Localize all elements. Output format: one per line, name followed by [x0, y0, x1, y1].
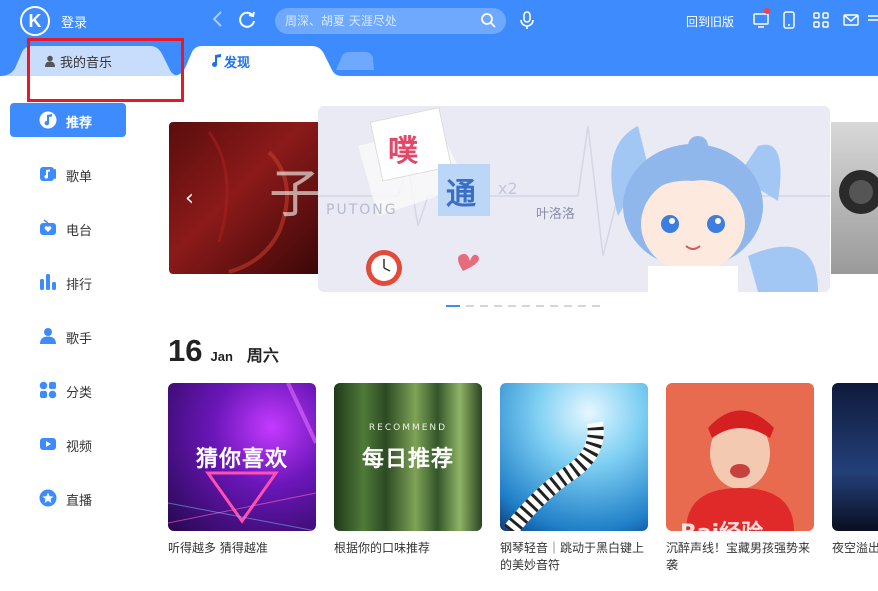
card-subtitle: RECOMMEND: [368, 423, 448, 433]
headphone-art: [839, 170, 878, 214]
carousel-dot[interactable]: [536, 305, 544, 307]
carousel-dot[interactable]: [522, 305, 530, 307]
banner-putong: PUTONG: [326, 202, 398, 218]
card-caption[interactable]: 钢琴轻音｜跳动于黑白键上的美妙音符: [500, 540, 648, 574]
sidebar-item-category[interactable]: 分类: [10, 373, 126, 407]
live-icon: [39, 489, 57, 507]
sidebar-item-radio[interactable]: 电台: [10, 211, 126, 245]
voice-search-icon[interactable]: [518, 10, 536, 30]
highlight-box: [27, 38, 184, 102]
sidebar-item-label: 推荐: [66, 116, 93, 131]
playlist-card[interactable]: 猜你喜欢 听得越多 猜得越准: [168, 383, 316, 557]
sidebar-item-playlist[interactable]: 歌单: [10, 157, 126, 191]
sidebar-item-label: 歌单: [66, 170, 93, 185]
card-caption[interactable]: 根据你的口味推荐: [334, 540, 482, 557]
card-overlay-title: 每日推荐: [361, 447, 454, 472]
playlist-icon: [40, 167, 56, 181]
search-icon[interactable]: [480, 12, 496, 28]
date-heading: 16 Jan 周六: [168, 333, 279, 369]
carousel-dot[interactable]: [466, 305, 474, 307]
sidebar-item-singer[interactable]: 歌手: [10, 319, 126, 353]
carousel-dot[interactable]: [550, 305, 558, 307]
carousel-dot[interactable]: [592, 305, 600, 307]
video-icon: [40, 438, 56, 450]
radio-icon: [40, 219, 56, 235]
phone-icon[interactable]: [780, 11, 798, 29]
date-day: 16: [168, 333, 203, 368]
tab-discover[interactable]: [172, 46, 342, 76]
sidebar-item-label: 歌手: [66, 332, 93, 347]
watermark-logo: Bai经验: [680, 521, 764, 546]
carousel-dot[interactable]: [480, 305, 488, 307]
tab-more[interactable]: [336, 52, 374, 70]
card-caption[interactable]: 夜空溢出 我点缀: [832, 540, 878, 557]
refresh-icon[interactable]: [236, 8, 258, 30]
back-arrow-icon[interactable]: [208, 8, 228, 30]
search-box[interactable]: [275, 8, 506, 34]
sidebar-item-ranking[interactable]: 排行: [10, 265, 126, 299]
banner-char: 通: [446, 177, 476, 212]
notification-dot: [764, 8, 770, 14]
carousel-dot[interactable]: [494, 305, 502, 307]
banner-slide-next[interactable]: [831, 122, 878, 274]
music-note-icon: [39, 111, 57, 129]
playlist-card[interactable]: RECOMMEND 每日推荐 根据你的口味推荐: [334, 383, 482, 557]
tab-discover-label: 发现: [224, 56, 251, 71]
svg-text:噗: 噗: [388, 134, 419, 169]
menu-icon[interactable]: [866, 11, 878, 29]
carousel-dot[interactable]: [564, 305, 572, 307]
apps-grid-icon[interactable]: [812, 11, 830, 29]
sidebar-item-recommend[interactable]: 推荐: [10, 103, 126, 137]
chevron-left-icon[interactable]: ‹: [185, 186, 194, 211]
sidebar-item-live[interactable]: 直播: [10, 481, 126, 515]
back-to-old-version-link[interactable]: 回到旧版: [686, 13, 734, 30]
sidebar-item-label: 视频: [66, 440, 93, 455]
piano-keys-art: [503, 421, 604, 531]
banner-art: 噗 通 x2 PUTONG 叶洛洛: [318, 106, 830, 292]
card-cover: 猜你喜欢: [168, 383, 316, 531]
card-cover: [666, 383, 814, 531]
card-cover: [832, 383, 878, 531]
carousel-dot[interactable]: [578, 305, 586, 307]
chart-icon: [40, 274, 56, 290]
sidebar-item-label: 直播: [66, 494, 93, 509]
carousel-dot[interactable]: [446, 305, 460, 307]
sidebar-item-video[interactable]: 视频: [10, 427, 126, 461]
sidebar-item-label: 电台: [66, 224, 93, 239]
carousel-indicators: [446, 305, 600, 307]
category-icon: [39, 381, 57, 399]
banner-x2: x2: [498, 179, 518, 198]
card-overlay-title: 猜你喜欢: [195, 447, 288, 472]
banner-carousel[interactable]: 噗 通 x2 PUTONG 叶洛洛: [318, 106, 830, 292]
playlist-card[interactable]: 夜空溢出 我点缀: [832, 383, 878, 557]
sidebar-item-label: 排行: [66, 278, 93, 293]
card-cover: [500, 383, 648, 531]
music-note-icon: [212, 54, 221, 67]
singer-photo-art: [686, 410, 794, 531]
sidebar-item-label: 分类: [66, 386, 93, 401]
search-input[interactable]: [285, 12, 475, 30]
date-weekday: 周六: [246, 346, 279, 365]
carousel-dot[interactable]: [508, 305, 516, 307]
singer-icon: [40, 328, 56, 344]
date-month: Jan: [210, 349, 233, 364]
app-logo[interactable]: K: [20, 6, 50, 36]
banner-artist: 叶洛洛: [536, 207, 575, 222]
mail-icon[interactable]: [842, 11, 860, 29]
svg-text:子: 子: [269, 165, 319, 225]
card-cover: RECOMMEND 每日推荐: [334, 383, 482, 531]
card-caption[interactable]: 听得越多 猜得越准: [168, 540, 316, 557]
playlist-card[interactable]: 钢琴轻音｜跳动于黑白键上的美妙音符: [500, 383, 648, 574]
login-link[interactable]: 登录: [61, 12, 87, 31]
